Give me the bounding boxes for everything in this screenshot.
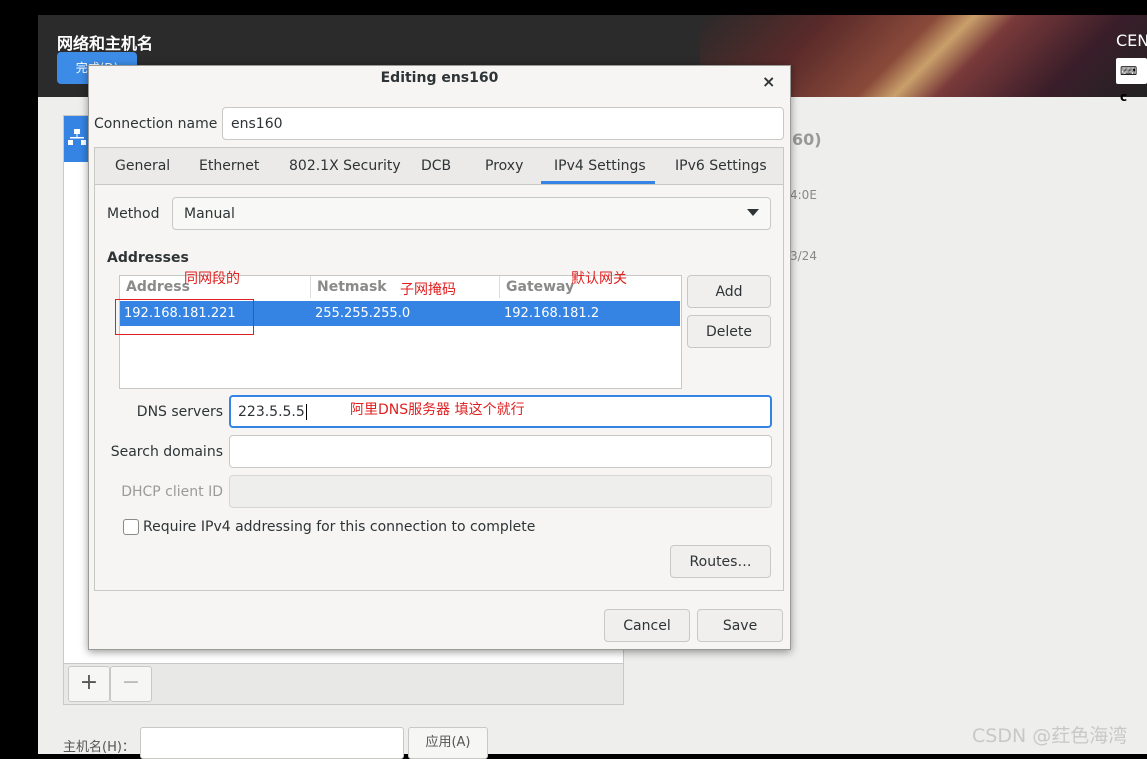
tab-ethernet[interactable]: Ethernet xyxy=(199,158,259,174)
tab-dcb[interactable]: DCB xyxy=(421,158,451,174)
delete-address-button[interactable]: Delete xyxy=(687,315,771,348)
watermark: CSDN @荭色海湾 xyxy=(972,725,1128,747)
column-header-gateway[interactable]: Gateway xyxy=(506,279,574,295)
remove-device-button[interactable]: − xyxy=(110,666,152,702)
hostname-input[interactable] xyxy=(140,727,404,759)
tab-8021x-security[interactable]: 802.1X Security xyxy=(289,158,401,174)
dns-servers-value: 223.5.5.5 xyxy=(238,404,305,420)
annotation-same-segment: 同网段的 xyxy=(184,271,240,287)
network-icon xyxy=(68,129,86,145)
text-caret xyxy=(305,404,307,420)
hardware-address-fragment: 4:0E xyxy=(790,188,817,202)
keyboard-icon: ⌨ xyxy=(1120,64,1138,78)
add-address-button[interactable]: Add xyxy=(687,275,771,308)
tab-ipv6-settings[interactable]: IPv6 Settings xyxy=(675,158,767,174)
annotation-default-gateway: 默认网关 xyxy=(571,271,627,287)
keyboard-layout-indicator[interactable]: ⌨ c xyxy=(1116,58,1147,104)
method-dropdown[interactable]: Manual xyxy=(172,197,771,230)
network-device-item[interactable] xyxy=(64,116,90,162)
save-button[interactable]: Save xyxy=(697,609,783,642)
annotation-subnet-mask: 子网掩码 xyxy=(400,282,456,298)
dhcp-client-id-input xyxy=(229,475,772,508)
column-header-netmask[interactable]: Netmask xyxy=(317,279,387,295)
column-divider xyxy=(310,276,311,298)
require-ipv4-label[interactable]: Require IPv4 addressing for this connect… xyxy=(143,519,535,535)
ip-address-fragment: 3/24 xyxy=(790,249,817,263)
page-title: 网络和主机名 xyxy=(57,34,154,53)
connection-name-input[interactable]: ens160 xyxy=(222,107,784,140)
search-domains-label: Search domains xyxy=(110,444,223,460)
dhcp-client-id-label: DHCP client ID xyxy=(121,484,223,500)
tab-general[interactable]: General xyxy=(115,158,170,174)
device-name-fragment: 60) xyxy=(792,130,822,149)
routes-button[interactable]: Routes… xyxy=(670,545,771,578)
keyboard-layout-label: c xyxy=(1120,90,1128,104)
cancel-button[interactable]: Cancel xyxy=(604,609,690,642)
active-tab-indicator xyxy=(541,181,655,184)
gateway-cell[interactable]: 192.168.181.2 xyxy=(504,306,599,321)
hostname-label: 主机名(H)： xyxy=(63,740,135,755)
close-icon[interactable]: × xyxy=(762,72,775,91)
apply-button[interactable]: 应用(A) xyxy=(408,727,488,759)
tab-proxy[interactable]: Proxy xyxy=(485,158,523,174)
addresses-heading: Addresses xyxy=(107,250,189,266)
require-ipv4-checkbox[interactable] xyxy=(123,519,139,535)
annotation-highlight-box xyxy=(115,299,254,335)
add-device-button[interactable]: + xyxy=(68,666,110,702)
dialog-title: Editing ens160 xyxy=(380,70,499,86)
netmask-cell[interactable]: 255.255.255.0 xyxy=(315,306,410,321)
search-domains-input[interactable] xyxy=(229,435,772,468)
connection-name-label: Connection name xyxy=(94,116,218,132)
chevron-down-icon xyxy=(747,209,759,216)
column-header-address[interactable]: Address xyxy=(126,279,190,295)
annotation-dns-note: 阿里DNS服务器 填这个就行 xyxy=(350,402,525,418)
column-divider xyxy=(499,276,500,298)
tab-ipv4-settings[interactable]: IPv4 Settings xyxy=(554,158,646,174)
product-name: CEN xyxy=(1116,31,1147,50)
method-label: Method xyxy=(107,206,160,222)
dns-servers-label: DNS servers xyxy=(136,404,223,420)
